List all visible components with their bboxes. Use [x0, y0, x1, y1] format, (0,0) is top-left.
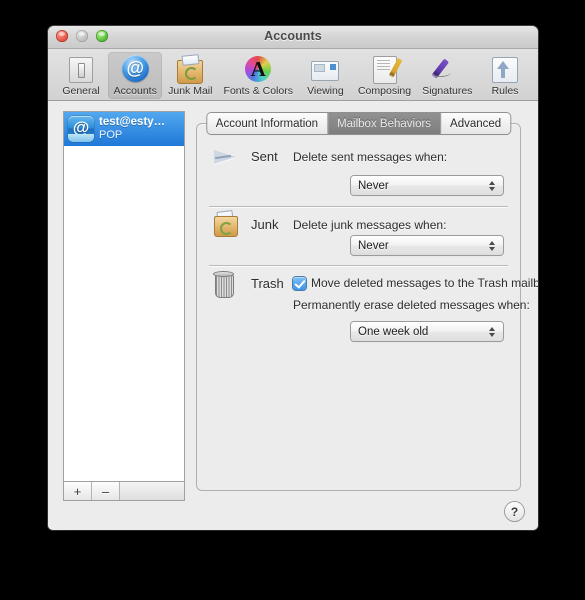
- account-name: test@esty…: [99, 116, 166, 129]
- account-tabview: Account Information Mailbox Behaviors Ad…: [196, 113, 538, 491]
- toolbar-item-fonts-colors-label: Fonts & Colors: [223, 85, 293, 97]
- toolbar-item-rules[interactable]: Rules: [478, 52, 532, 99]
- account-list-controls: + –: [63, 481, 185, 501]
- permanently-erase-popup[interactable]: One week old: [351, 322, 503, 341]
- at-sign-account-icon: @: [68, 116, 94, 142]
- color-wheel-a-icon: [243, 54, 273, 84]
- toolbar-item-signatures[interactable]: Signatures: [417, 52, 478, 99]
- sent-delete-popup-value: Never: [358, 179, 389, 192]
- sent-title: Sent: [251, 149, 278, 164]
- toolbar-item-composing-label: Composing: [357, 85, 412, 97]
- preferences-body: @ test@esty… POP + – Account Information…: [48, 101, 538, 530]
- junk-title: Junk: [251, 217, 279, 232]
- toolbar-item-junk-mail-label: Junk Mail: [168, 85, 213, 97]
- account-list[interactable]: @ test@esty… POP: [63, 111, 185, 481]
- toolbar-item-composing[interactable]: Composing: [352, 52, 416, 99]
- tab-strip: Account Information Mailbox Behaviors Ad…: [206, 113, 511, 134]
- permanently-erase-label: Permanently erase deleted messages when:: [293, 298, 530, 312]
- tab-mailbox-behaviors[interactable]: Mailbox Behaviors: [328, 113, 442, 134]
- remove-account-button[interactable]: –: [92, 482, 120, 500]
- tab-account-information[interactable]: Account Information: [206, 113, 329, 134]
- chevron-updown-icon: [485, 240, 503, 251]
- viewing-icon: [310, 54, 340, 84]
- tab-advanced[interactable]: Advanced: [441, 113, 511, 134]
- toolbar-item-general[interactable]: General: [54, 52, 108, 99]
- trash-can-icon: [213, 271, 243, 301]
- paper-plane-icon: [213, 147, 243, 177]
- help-button[interactable]: ?: [505, 502, 524, 521]
- permanently-erase-popup-value: One week old: [358, 325, 429, 338]
- chevron-updown-icon: [485, 326, 503, 337]
- junk-delete-label: Delete junk messages when:: [293, 218, 447, 232]
- account-type: POP: [99, 129, 123, 142]
- segmented-filler: [120, 482, 184, 500]
- signature-pen-icon: [432, 54, 462, 84]
- toolbar-item-viewing[interactable]: Viewing: [298, 52, 352, 99]
- checkbox-box: [293, 276, 306, 290]
- toolbar-item-junk-mail[interactable]: Junk Mail: [162, 52, 218, 99]
- toolbar-item-fonts-colors[interactable]: Fonts & Colors: [218, 52, 298, 99]
- chevron-updown-icon: [485, 180, 503, 191]
- junk-bag-icon: [213, 210, 243, 242]
- move-deleted-to-trash-checkbox[interactable]: Move deleted messages to the Trash mailb…: [293, 276, 538, 290]
- compose-pencil-icon: [370, 54, 400, 84]
- sent-delete-label: Delete sent messages when:: [293, 150, 448, 164]
- junk-delete-popup[interactable]: Never: [351, 236, 503, 255]
- rules-arrows-icon: [490, 54, 520, 84]
- sent-delete-popup[interactable]: Never: [351, 176, 503, 195]
- toolbar-item-accounts[interactable]: Accounts: [108, 52, 163, 99]
- at-sign-icon: [120, 54, 150, 84]
- move-deleted-to-trash-label: Move deleted messages to the Trash mailb…: [311, 276, 538, 290]
- toolbar-item-viewing-label: Viewing: [307, 85, 344, 97]
- junk-delete-popup-value: Never: [358, 239, 389, 252]
- accounts-preferences-window: Accounts General Accounts Junk Mail Font…: [48, 26, 538, 530]
- section-divider: [209, 206, 508, 207]
- window-title: Accounts: [264, 29, 322, 43]
- lightswitch-icon: [66, 54, 96, 84]
- window-titlebar: Accounts: [48, 26, 538, 49]
- preferences-toolbar: General Accounts Junk Mail Fonts & Color…: [48, 49, 538, 101]
- section-divider: [209, 265, 508, 266]
- junk-bag-icon: [175, 54, 205, 84]
- trash-title: Trash: [251, 276, 284, 291]
- account-list-item[interactable]: @ test@esty… POP: [64, 112, 184, 146]
- toolbar-item-general-label: General: [62, 85, 100, 97]
- toolbar-item-signatures-label: Signatures: [422, 85, 473, 97]
- toolbar-item-rules-label: Rules: [491, 85, 519, 97]
- toolbar-item-accounts-label: Accounts: [113, 85, 157, 97]
- add-account-button[interactable]: +: [64, 482, 92, 500]
